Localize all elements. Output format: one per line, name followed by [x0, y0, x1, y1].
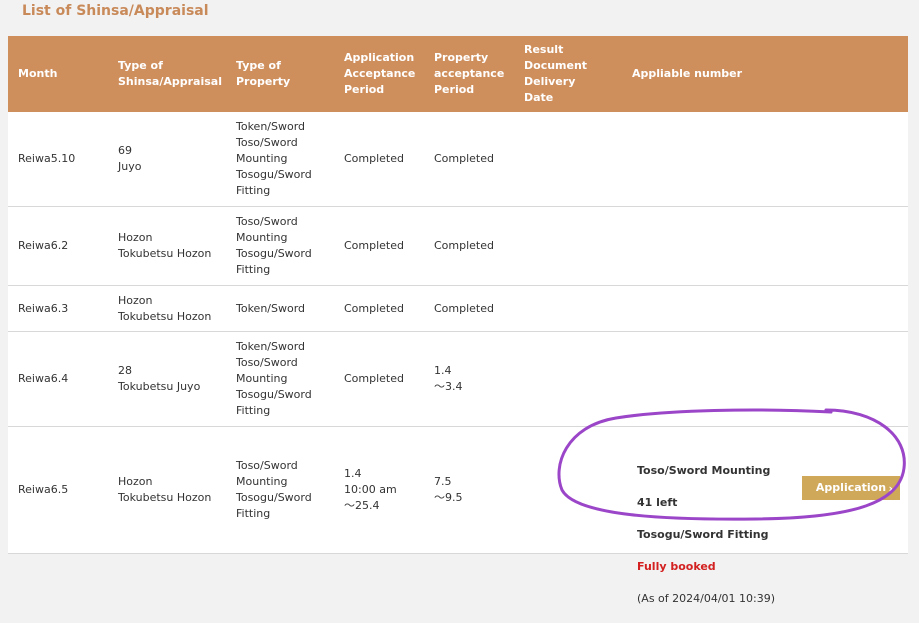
cell-month: Reiwa6.4 [8, 331, 108, 427]
cell-result-date [514, 206, 622, 286]
cell-month: Reiwa5.10 [8, 112, 108, 207]
fully-booked-status: Fully booked [637, 560, 716, 573]
cell-month: Reiwa6.2 [8, 206, 108, 286]
shinsa-table: Month Type of Shinsa/Appraisal Type of P… [8, 36, 908, 605]
cell-result-date [514, 285, 622, 332]
availability-line-fitting: Tosogu/Sword Fitting [637, 528, 769, 541]
cell-property-period: 1.4 ～3.4 [424, 331, 514, 427]
application-block: Toso/Sword Mounting 41 left Tosogu/Sword… [622, 443, 908, 605]
table-row: Reiwa5.10 69 Juyo Token/Sword Toso/Sword… [8, 112, 908, 207]
table-row: Reiwa6.4 28 Tokubetsu Juyo Token/Sword T… [8, 331, 908, 427]
cell-type-property: Toso/Sword Mounting Tosogu/Sword Fitting [226, 206, 334, 286]
chevron-right-icon: › [888, 482, 893, 495]
table-header-row: Month Type of Shinsa/Appraisal Type of P… [8, 36, 908, 112]
cell-appliable-number [622, 331, 908, 427]
page-title: List of Shinsa/Appraisal [22, 3, 209, 19]
col-header-type-property: Type of Property [226, 36, 334, 112]
col-header-application-period: Application Acceptance Period [334, 36, 424, 112]
cell-type-shinsa: Hozon Tokubetsu Hozon [108, 426, 226, 554]
cell-result-date [514, 426, 622, 554]
cell-result-date [514, 112, 622, 207]
table-row: Reiwa6.3 Hozon Tokubetsu Hozon Token/Swo… [8, 285, 908, 332]
availability-line-left: 41 left [637, 496, 678, 509]
application-button[interactable]: Application › [802, 476, 900, 500]
cell-property-period: Completed [424, 285, 514, 332]
cell-application-period: Completed [334, 331, 424, 427]
cell-type-shinsa: Hozon Tokubetsu Hozon [108, 285, 226, 332]
table-row: Reiwa6.5 Hozon Tokubetsu Hozon Toso/Swor… [8, 426, 908, 605]
cell-type-property: Token/Sword [226, 285, 334, 332]
col-header-type-shinsa: Type of Shinsa/Appraisal [108, 36, 226, 112]
cell-type-property: Token/Sword Toso/Sword Mounting Tosogu/S… [226, 331, 334, 427]
cell-type-shinsa: 28 Tokubetsu Juyo [108, 331, 226, 427]
cell-property-period: Completed [424, 206, 514, 286]
cell-application-period: Completed [334, 285, 424, 332]
col-header-appliable-number: Appliable number [622, 36, 908, 112]
cell-month: Reiwa6.3 [8, 285, 108, 332]
cell-type-property: Toso/Sword Mounting Tosogu/Sword Fitting [226, 426, 334, 554]
cell-type-property: Token/Sword Toso/Sword Mounting Tosogu/S… [226, 112, 334, 207]
cell-appliable-number: Toso/Sword Mounting 41 left Tosogu/Sword… [622, 426, 908, 605]
cell-application-period: Completed [334, 112, 424, 207]
cell-property-period: Completed [424, 112, 514, 207]
col-header-result-date: Result Document Delivery Date [514, 36, 622, 112]
col-header-property-period: Property acceptance Period [424, 36, 514, 112]
cell-property-period: 7.5 ～9.5 [424, 426, 514, 554]
cell-appliable-number [622, 285, 908, 332]
cell-application-period: Completed [334, 206, 424, 286]
cell-result-date [514, 331, 622, 427]
application-button-label: Application [815, 481, 887, 494]
cell-appliable-number [622, 206, 908, 286]
as-of-timestamp: (As of 2024/04/01 10:39) [637, 592, 776, 605]
cell-application-period: 1.4 10:00 am ～25.4 [334, 426, 424, 554]
availability-line-mounting: Toso/Sword Mounting [637, 464, 771, 477]
cell-type-shinsa: Hozon Tokubetsu Hozon [108, 206, 226, 286]
table-row: Reiwa6.2 Hozon Tokubetsu Hozon Toso/Swor… [8, 206, 908, 286]
cell-month: Reiwa6.5 [8, 426, 108, 554]
cell-type-shinsa: 69 Juyo [108, 112, 226, 207]
col-header-month: Month [8, 36, 108, 112]
availability-info: Toso/Sword Mounting 41 left Tosogu/Sword… [637, 447, 807, 623]
cell-appliable-number [622, 112, 908, 207]
